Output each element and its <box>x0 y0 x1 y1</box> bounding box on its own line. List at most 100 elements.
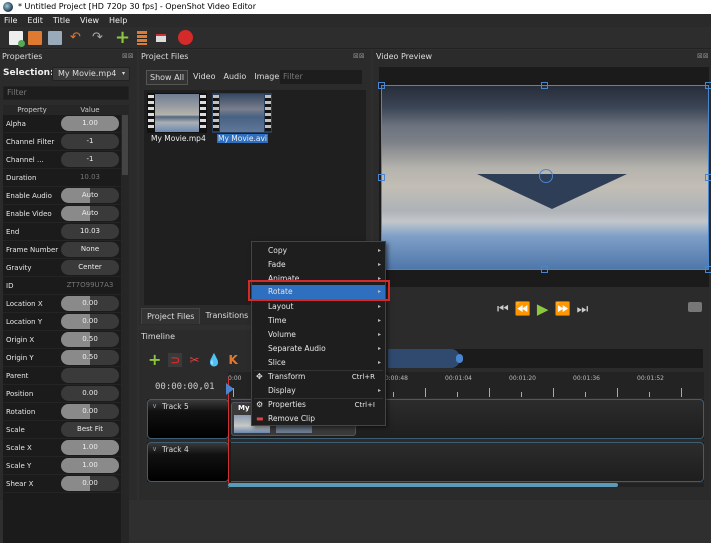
track-row[interactable]: ∨ Track 5 My <box>147 399 704 439</box>
panel-float-close-icon[interactable]: ⊠⊠ <box>697 52 709 60</box>
transform-handle[interactable] <box>705 82 711 89</box>
video-frame[interactable] <box>381 85 709 270</box>
filter-tab-show-all[interactable]: Show All <box>146 70 189 85</box>
transform-handle[interactable] <box>378 174 385 181</box>
fast-forward-icon[interactable]: ⏩ <box>554 302 570 317</box>
collapse-chevron-icon[interactable]: ∨ <box>152 402 157 410</box>
property-row[interactable]: Scale Y 1.00 <box>3 457 121 475</box>
panel-float-close-icon[interactable]: ⊠⊠ <box>122 52 134 60</box>
menu-item-remove-clip[interactable]: ▬ Remove Clip <box>252 412 385 426</box>
property-value[interactable]: 1.00 <box>61 116 119 131</box>
menu-edit[interactable]: Edit <box>27 14 43 27</box>
property-row[interactable]: Location Y 0.00 <box>3 313 121 331</box>
property-value[interactable]: 0.50 <box>61 350 119 365</box>
property-row[interactable]: Shear X 0.00 <box>3 475 121 493</box>
menu-item-properties[interactable]: ⚙ Properties Ctrl+I <box>252 398 385 412</box>
menu-title[interactable]: Title <box>53 14 70 27</box>
transform-handle[interactable] <box>541 266 548 273</box>
file-name-selected[interactable]: My Movie.avi <box>217 134 268 143</box>
property-row[interactable]: Origin Y 0.50 <box>3 349 121 367</box>
property-value[interactable]: 0.00 <box>61 476 119 491</box>
transform-handle[interactable] <box>378 82 385 89</box>
add-track-icon[interactable]: + <box>148 350 161 369</box>
play-icon[interactable]: ▶ <box>537 300 549 318</box>
menu-help[interactable]: Help <box>109 14 127 27</box>
menu-item-slice[interactable]: Slice ▸ <box>252 356 385 370</box>
property-row[interactable]: End 10.03 <box>3 223 121 241</box>
properties-scrollbar[interactable] <box>121 105 129 543</box>
property-row[interactable]: Enable Audio Auto <box>3 187 121 205</box>
property-value[interactable]: Auto <box>61 206 119 221</box>
property-row[interactable]: Duration 10.03 <box>3 169 121 187</box>
property-row[interactable]: Position 0.00 <box>3 385 121 403</box>
property-row[interactable]: Enable Video Auto <box>3 205 121 223</box>
tab-project-files[interactable]: Project Files <box>141 308 201 324</box>
scrollbar-thumb[interactable] <box>122 115 128 175</box>
snap-magnet-icon[interactable]: ⊃ <box>168 352 183 367</box>
tab-transitions[interactable]: Transitions <box>200 308 253 324</box>
property-row[interactable]: Frame Number None <box>3 241 121 259</box>
property-row[interactable]: Rotation 0.00 <box>3 403 121 421</box>
property-row[interactable]: Channel ... -1 <box>3 151 121 169</box>
project-files-filter-input[interactable]: Filter <box>280 70 362 84</box>
rewind-icon[interactable]: ⏪ <box>515 302 531 317</box>
property-value[interactable]: Auto <box>61 188 119 203</box>
property-value[interactable]: 0.00 <box>61 314 119 329</box>
property-value[interactable]: 0.50 <box>61 332 119 347</box>
previous-marker-icon[interactable]: K <box>228 353 237 367</box>
transform-handle[interactable] <box>541 82 548 89</box>
menu-item-display[interactable]: Display ▸ <box>252 384 385 398</box>
property-value[interactable] <box>61 368 119 383</box>
playhead-line[interactable] <box>228 378 229 488</box>
track-body[interactable] <box>231 442 704 482</box>
track-header[interactable]: ∨ Track 4 <box>147 442 229 482</box>
jump-end-icon[interactable]: ⏭ <box>577 302 589 317</box>
menu-item-volume[interactable]: Volume ▸ <box>252 328 385 342</box>
property-row[interactable]: Channel Filter -1 <box>3 133 121 151</box>
property-row[interactable]: Origin X 0.50 <box>3 331 121 349</box>
menu-file[interactable]: File <box>4 14 17 27</box>
property-row[interactable]: Alpha 1.00 <box>3 115 121 133</box>
file-thumbnail[interactable] <box>147 93 207 133</box>
video-canvas[interactable] <box>378 67 711 287</box>
property-value[interactable]: 0.00 <box>61 296 119 311</box>
timeline-horizontal-scrollbar[interactable] <box>228 483 704 487</box>
panel-float-close-icon[interactable]: ⊠⊠ <box>353 52 365 60</box>
import-files-icon[interactable]: + <box>115 29 130 47</box>
property-row[interactable]: Scale X 1.00 <box>3 439 121 457</box>
property-value[interactable]: -1 <box>61 152 119 167</box>
property-value[interactable]: 1.00 <box>61 440 119 455</box>
file-name[interactable]: My Movie.mp4 <box>151 134 206 143</box>
filter-tab-audio[interactable]: Audio <box>220 70 249 85</box>
timeline-zoom-slider[interactable] <box>388 349 703 368</box>
filter-tab-video[interactable]: Video <box>190 70 218 85</box>
fullscreen-icon[interactable] <box>156 34 166 42</box>
track-row[interactable]: ∨ Track 4 <box>147 442 704 482</box>
property-value[interactable]: 0.00 <box>61 386 119 401</box>
scrollbar-thumb[interactable] <box>228 483 618 487</box>
redo-icon[interactable]: ↷ <box>92 31 106 45</box>
track-header[interactable]: ∨ Track 5 <box>147 399 229 439</box>
camera-icon[interactable] <box>688 302 702 312</box>
menu-item-fade[interactable]: Fade ▸ <box>252 258 385 272</box>
menu-item-transform[interactable]: ✥ Transform Ctrl+R <box>252 370 385 384</box>
transform-center-handle[interactable] <box>539 169 553 183</box>
choose-profile-icon[interactable] <box>137 31 147 45</box>
property-value[interactable]: 1.00 <box>61 458 119 473</box>
undo-icon[interactable]: ↶ <box>70 31 84 45</box>
property-row[interactable]: ID ZT7O99U7A3 <box>3 277 121 295</box>
razor-scissors-icon[interactable]: ✂ <box>189 353 199 367</box>
property-value[interactable]: Best Fit <box>61 422 119 437</box>
filter-tab-image[interactable]: Image <box>251 70 282 85</box>
menu-view[interactable]: View <box>80 14 99 27</box>
file-thumbnail-selected[interactable] <box>212 93 272 133</box>
property-row[interactable]: Scale Best Fit <box>3 421 121 439</box>
collapse-chevron-icon[interactable]: ∨ <box>152 445 157 453</box>
zoom-slider-handle[interactable] <box>456 354 463 363</box>
open-project-icon[interactable] <box>28 31 42 45</box>
transform-handle[interactable] <box>705 174 711 181</box>
property-value[interactable]: 0.00 <box>61 404 119 419</box>
selection-dropdown[interactable]: My Movie.mp4 ▾ <box>52 67 130 81</box>
property-row[interactable]: Location X 0.00 <box>3 295 121 313</box>
menu-item-time[interactable]: Time ▸ <box>252 314 385 328</box>
